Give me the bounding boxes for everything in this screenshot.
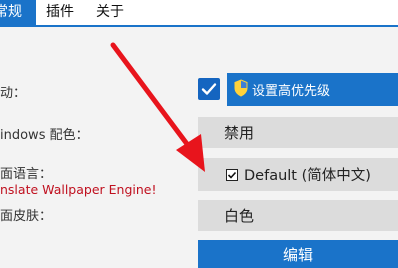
edit-button[interactable]: 编辑 [198,240,398,268]
tab-plugins[interactable]: 插件 [46,0,74,25]
translate-link[interactable]: nslate Wallpaper Engine! [0,182,156,197]
startup-label: 动： [0,86,27,101]
edit-button-label: 编辑 [282,245,313,264]
shield-icon [233,78,249,101]
ui-skin-label: 面皮肤： [0,209,53,224]
skin-value: 白色 [224,207,255,225]
language-dropdown[interactable]: Default (简体中文) [198,158,398,191]
skin-dropdown[interactable]: 白色 [198,200,398,231]
startup-checkbox[interactable] [198,78,220,100]
tab-about[interactable]: 关于 [96,0,124,25]
windows-color-value: 禁用 [224,124,255,142]
set-high-priority-button[interactable]: 设置高优先级 [227,73,398,106]
check-icon [201,83,217,95]
priority-button-label: 设置高优先级 [252,84,331,99]
windows-color-label: indows 配色： [0,128,89,143]
windows-color-dropdown[interactable]: 禁用 [198,117,398,148]
tab-general[interactable]: 常规 [0,0,36,25]
tab-bar: 常规 插件 关于 [0,0,398,27]
ui-language-label: 面语言： [0,167,53,182]
language-check-icon [226,168,238,181]
language-value: Default (简体中文) [244,168,371,184]
